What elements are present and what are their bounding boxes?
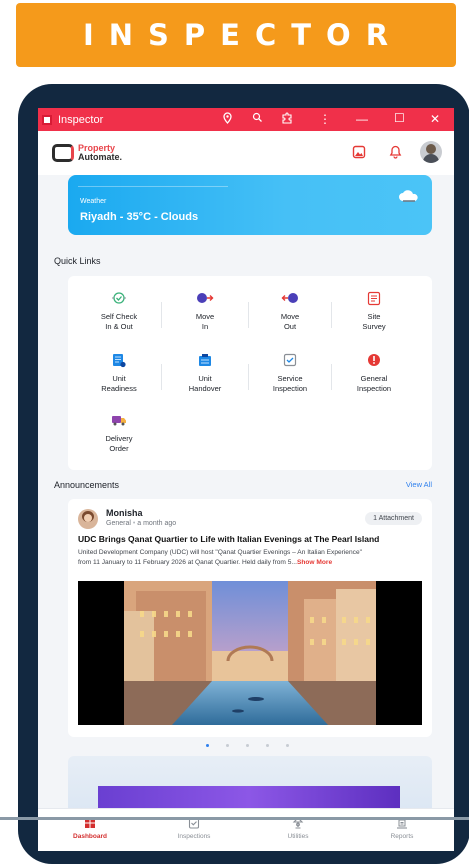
- announcement-card[interactable]: Monisha General • a month ago 1 Attachme…: [68, 499, 432, 737]
- location-icon[interactable]: [222, 112, 233, 127]
- carousel-dots[interactable]: [206, 744, 289, 747]
- window-titlebar[interactable]: Inspector ⋮ — ☐ ✕: [38, 108, 454, 131]
- unit-handover-icon: [164, 352, 246, 368]
- quick-links-card: Self Check In & Out Move In Move Out Sit…: [68, 276, 432, 470]
- show-more-link[interactable]: Show More: [297, 559, 332, 566]
- floor-line: [0, 817, 469, 820]
- announcement-image[interactable]: [78, 581, 422, 725]
- window-title: Inspector: [58, 113, 104, 126]
- quick-link-move-in[interactable]: Move In: [164, 290, 246, 332]
- quick-link-delivery-order[interactable]: Delivery Order: [78, 412, 160, 454]
- weather-card: Weather Riyadh - 35°C - Clouds: [68, 175, 432, 235]
- site-survey-icon: [333, 290, 415, 306]
- nav-dashboard[interactable]: Dashboard: [38, 809, 142, 851]
- move-out-icon: [249, 290, 331, 306]
- maximize-button[interactable]: ☐: [394, 111, 405, 125]
- banner-title: INSPECTOR: [82, 18, 404, 52]
- quick-link-unit-readiness[interactable]: Unit Readiness: [78, 352, 160, 394]
- self-check-icon: [78, 290, 160, 306]
- quick-links-title: Quick Links: [54, 256, 101, 266]
- author-avatar: [78, 509, 98, 529]
- view-all-link[interactable]: View All: [406, 480, 432, 489]
- user-avatar[interactable]: [420, 141, 442, 163]
- inspector-banner: INSPECTOR: [16, 3, 456, 67]
- announcements-title: Announcements: [54, 480, 120, 490]
- weather-label: Weather: [80, 198, 107, 205]
- quick-link-unit-handover[interactable]: Unit Handover: [164, 352, 246, 394]
- more-icon[interactable]: ⋮: [319, 112, 331, 126]
- nav-reports[interactable]: Reports: [350, 809, 454, 851]
- author-name: Monisha: [106, 508, 143, 518]
- image-gallery-icon[interactable]: [348, 141, 370, 163]
- brand-logo[interactable]: Property Automate.: [52, 144, 122, 162]
- announcement-headline: UDC Brings Qanat Quartier to Life with I…: [78, 534, 380, 544]
- nav-utilities[interactable]: Utilities: [246, 809, 350, 851]
- bottom-navigation: Dashboard Inspections Utilities Reports: [38, 808, 454, 851]
- app-logo-icon: [42, 114, 52, 125]
- cloud-icon: [398, 189, 420, 207]
- app-header: Property Automate.: [38, 131, 454, 175]
- app-window: Inspector ⋮ — ☐ ✕ Property Automate. Wea…: [38, 108, 454, 851]
- promo-banner[interactable]: [68, 756, 432, 816]
- notification-bell-icon[interactable]: [384, 141, 406, 163]
- quick-link-self-check[interactable]: Self Check In & Out: [78, 290, 160, 332]
- nav-inspections[interactable]: Inspections: [142, 809, 246, 851]
- brand-line2: Automate.: [78, 152, 123, 162]
- general-inspection-icon: [333, 352, 415, 368]
- quick-link-site-survey[interactable]: Site Survey: [333, 290, 415, 332]
- attachment-badge[interactable]: 1 Attachment: [365, 512, 422, 525]
- service-inspection-icon: [249, 352, 331, 368]
- quick-link-move-out[interactable]: Move Out: [249, 290, 331, 332]
- post-meta: General • a month ago: [106, 520, 177, 527]
- brand-mark-icon: [52, 144, 74, 162]
- weather-value: Riyadh - 35°C - Clouds: [80, 211, 199, 223]
- extension-icon[interactable]: [281, 112, 293, 127]
- unit-readiness-icon: [78, 352, 160, 368]
- delivery-order-icon: [78, 412, 160, 428]
- move-in-icon: [164, 290, 246, 306]
- announcement-body: United Development Company (UDC) will ho…: [78, 549, 362, 566]
- zoom-icon[interactable]: [252, 112, 263, 126]
- close-button[interactable]: ✕: [430, 112, 440, 126]
- quick-link-general-inspection[interactable]: General Inspection: [333, 352, 415, 394]
- quick-link-service-inspection[interactable]: Service Inspection: [249, 352, 331, 394]
- minimize-button[interactable]: —: [356, 112, 368, 126]
